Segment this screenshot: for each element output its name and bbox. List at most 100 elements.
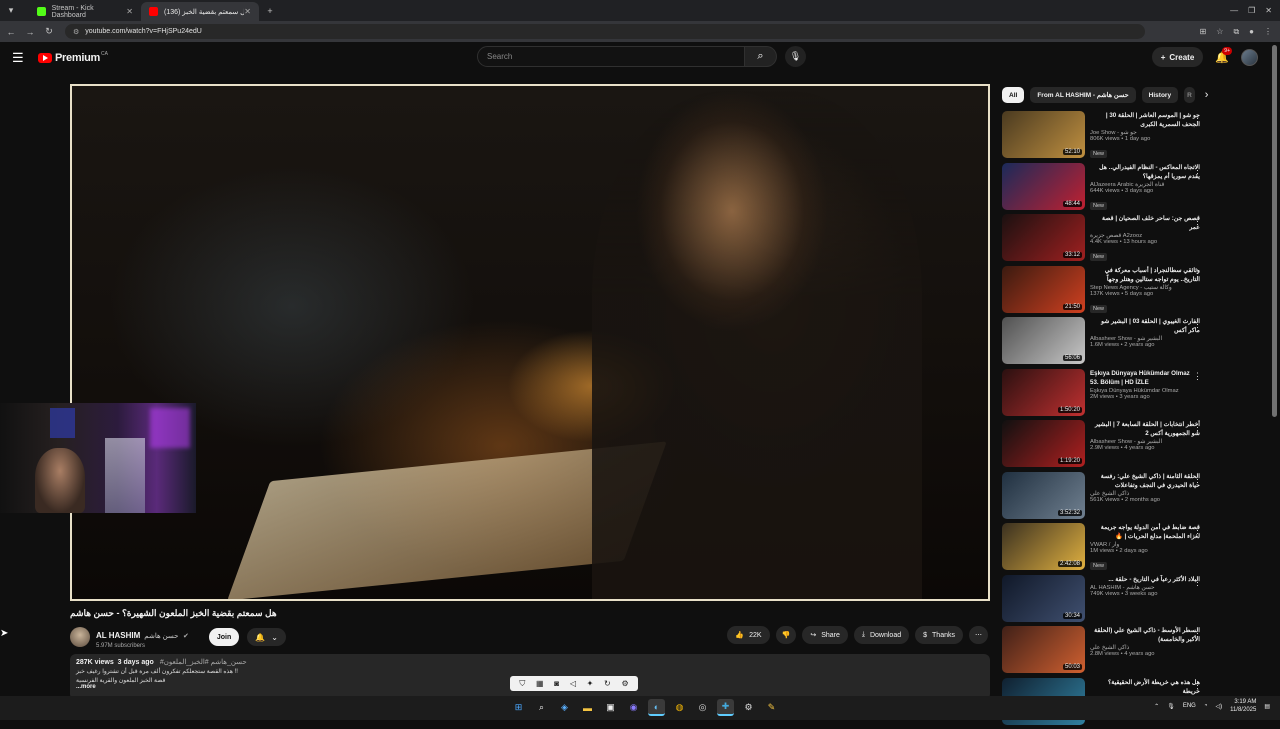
more-vertical-icon[interactable]: ⋮ bbox=[1193, 628, 1202, 639]
file-explorer-icon[interactable]: ▬ bbox=[579, 699, 596, 716]
channel-name[interactable]: AL HASHIM bbox=[96, 631, 140, 640]
recommendation-title[interactable]: الفارث الغيبوي | الحلقة 03 | البشير شو م… bbox=[1090, 317, 1200, 335]
more-vertical-icon[interactable]: ⋮ bbox=[1193, 371, 1202, 382]
new-tab-button[interactable]: + bbox=[262, 6, 278, 16]
more-vertical-icon[interactable]: ⋮ bbox=[1193, 113, 1202, 124]
search-button[interactable]: ⌕ bbox=[745, 46, 777, 67]
store-icon[interactable]: ▣ bbox=[602, 699, 619, 716]
tab-search-icon[interactable]: ▾ bbox=[3, 5, 19, 16]
language-indicator[interactable]: ENG bbox=[1183, 703, 1196, 709]
video-thumbnail[interactable]: 48:44 bbox=[1002, 163, 1085, 210]
page-scrollbar[interactable] bbox=[1272, 45, 1277, 417]
video-thumbnail[interactable]: 30:34 bbox=[1002, 575, 1085, 622]
recommendation-title[interactable]: السطر الأوسط - ذاكي الشيخ علي (الحلقة ال… bbox=[1090, 626, 1200, 644]
create-button[interactable]: +Create bbox=[1152, 47, 1204, 67]
download-button[interactable]: ⤓Download bbox=[854, 626, 909, 644]
recommendation-item[interactable]: 3:52:32 الحلقة الثامنة | ذاكي الشيخ علي: … bbox=[1002, 472, 1212, 524]
app-icon[interactable]: ✚ bbox=[717, 699, 734, 716]
tab-youtube[interactable]: (136) هل سمعتم بقضية الخبز ... ✕ bbox=[141, 2, 259, 21]
more-vertical-icon[interactable]: ⋮ bbox=[1193, 577, 1202, 588]
subscription-bell-button[interactable]: 🔔⌄ bbox=[247, 628, 286, 646]
more-vertical-icon[interactable]: ⋮ bbox=[1193, 422, 1202, 433]
share-button[interactable]: ↪Share bbox=[802, 626, 848, 644]
notification-center-icon[interactable]: ▤ bbox=[1264, 703, 1270, 710]
more-vertical-icon[interactable]: ⋮ bbox=[1193, 474, 1202, 485]
recommendation-title[interactable]: هل هذه هي خريطة الأرض الحقيقية؟ خريطة bbox=[1090, 678, 1200, 696]
notes-icon[interactable]: ✎ bbox=[763, 699, 780, 716]
audio-icon[interactable]: ◁ bbox=[570, 679, 576, 688]
taskbar-clock[interactable]: 3:19 AM 11/8/2025 bbox=[1230, 698, 1256, 714]
video-thumbnail[interactable]: 2:42:08 bbox=[1002, 523, 1085, 570]
discord-icon[interactable]: ◉ bbox=[625, 699, 642, 716]
more-vertical-icon[interactable]: ⋮ bbox=[1193, 216, 1202, 227]
site-info-icon[interactable]: ⚙ bbox=[73, 28, 79, 36]
chrome-icon[interactable]: ◍ bbox=[671, 699, 688, 716]
close-window-icon[interactable]: ✕ bbox=[1265, 6, 1272, 15]
recommendation-item[interactable]: 21:50 وثائقي سطالنجراد | أسباب معركة في ا… bbox=[1002, 266, 1212, 318]
tab-kick-dashboard[interactable]: Stream - Kick Dashboard ✕ bbox=[29, 2, 141, 21]
recommendation-item[interactable]: 2:42:08 قصة ضابط في أمن الدولة يواجه جريم… bbox=[1002, 523, 1212, 575]
channel-avatar[interactable] bbox=[70, 627, 90, 647]
youtube-premium-logo[interactable]: Premium CA bbox=[38, 52, 108, 64]
install-icon[interactable]: ⊞ bbox=[1200, 27, 1207, 37]
recommendation-title[interactable]: Eşkıya Dünyaya Hükümdar Olmaz 53. Bölüm … bbox=[1090, 369, 1200, 387]
thanks-button[interactable]: $Thanks bbox=[915, 626, 963, 644]
video-thumbnail[interactable]: 21:50 bbox=[1002, 266, 1085, 313]
account-avatar[interactable] bbox=[1241, 49, 1258, 66]
mic-icon[interactable]: 🎙 bbox=[1167, 703, 1175, 710]
copilot-icon[interactable]: ◈ bbox=[556, 699, 573, 716]
notifications-button[interactable]: 🔔9+ bbox=[1215, 51, 1229, 64]
video-thumbnail[interactable]: 56:06 bbox=[1002, 317, 1085, 364]
chip-history[interactable]: History bbox=[1142, 87, 1178, 103]
volume-icon[interactable]: ◁) bbox=[1215, 703, 1222, 710]
video-thumbnail[interactable]: 33:12 bbox=[1002, 214, 1085, 261]
more-vertical-icon[interactable]: ⋮ bbox=[1193, 319, 1202, 330]
video-thumbnail[interactable]: 1:50:20 bbox=[1002, 369, 1085, 416]
voice-search-button[interactable]: 🎙 bbox=[785, 46, 806, 67]
recommendation-title[interactable]: قصص جن: ساحر خلف الصحيان | قصة عمر bbox=[1090, 214, 1200, 232]
recommendation-title[interactable]: جو شو | الموسم العاشر | الحلقة 30 | الجح… bbox=[1090, 111, 1200, 129]
like-button[interactable]: 👍22K bbox=[727, 626, 769, 644]
more-vertical-icon[interactable]: ⋮ bbox=[1193, 525, 1202, 536]
recommendation-item[interactable]: 1:50:20 Eşkıya Dünyaya Hükümdar Olmaz 53.… bbox=[1002, 369, 1212, 421]
settings-icon[interactable]: ⚙ bbox=[621, 679, 628, 688]
video-thumbnail[interactable]: 52:10 bbox=[1002, 111, 1085, 158]
recommendation-item[interactable]: 52:10 جو شو | الموسم العاشر | الحلقة 30 |… bbox=[1002, 111, 1212, 163]
close-tab-icon[interactable]: ✕ bbox=[126, 7, 133, 16]
hashtags[interactable]: #حسن_هاشم #الخبز_الملعون bbox=[160, 659, 247, 666]
recommendation-title[interactable]: الاتجاه المعاكس - النظام الفيدرالي.. هل … bbox=[1090, 163, 1200, 181]
extensions-icon[interactable]: ⧉ bbox=[1233, 27, 1239, 37]
recommendation-item[interactable]: 56:06 الفارث الغيبوي | الحلقة 03 | البشير… bbox=[1002, 317, 1212, 369]
clapper-icon[interactable]: ▦ bbox=[536, 679, 544, 688]
back-icon[interactable]: ← bbox=[3, 27, 19, 37]
more-vertical-icon[interactable]: ⋮ bbox=[1193, 165, 1202, 176]
recommendation-item[interactable]: 1:19:20أخطر انتخابات | الحلقة السابعة 7 … bbox=[1002, 420, 1212, 472]
forward-icon[interactable]: → bbox=[22, 27, 38, 37]
chip-from-channel[interactable]: From AL HASHIM - حسن هاشم bbox=[1030, 87, 1135, 103]
search-input[interactable] bbox=[477, 46, 745, 67]
channel-alt-name[interactable]: حسن هاشم bbox=[144, 633, 178, 640]
search-icon[interactable]: ⌕ bbox=[533, 699, 550, 716]
maximize-icon[interactable]: ❐ bbox=[1248, 6, 1255, 15]
recommendation-item[interactable]: 48:44 الاتجاه المعاكس - النظام الفيدرالي.… bbox=[1002, 163, 1212, 215]
recommendation-item[interactable]: 33:12قصص جن: ساحر خلف الصحيان | قصة عمرق… bbox=[1002, 214, 1212, 266]
join-button[interactable]: Join bbox=[209, 628, 239, 646]
recommendation-title[interactable]: قصة ضابط في أمن الدولة يواجه جريمة لغزاء… bbox=[1090, 523, 1200, 541]
more-vertical-icon[interactable]: ⋮ bbox=[1193, 268, 1202, 279]
video-thumbnail[interactable]: 3:52:32 bbox=[1002, 472, 1085, 519]
address-bar[interactable]: ⚙ youtube.com/watch?v=FHjSPu24edU bbox=[65, 24, 1145, 39]
video-player[interactable] bbox=[70, 84, 990, 601]
pin-icon[interactable]: ✦ bbox=[587, 679, 594, 688]
close-tab-icon[interactable]: ✕ bbox=[244, 7, 251, 16]
recommendation-title[interactable]: وثائقي سطالنجراد | أسباب معركة في التاري… bbox=[1090, 266, 1200, 284]
bookmark-star-icon[interactable]: ☆ bbox=[1216, 27, 1223, 37]
recommendation-title[interactable]: البلاد الأكثر رعباً في التاريخ - حلقة ..… bbox=[1090, 575, 1200, 584]
menu-icon[interactable]: ⋮ bbox=[1264, 27, 1272, 37]
obs-icon[interactable]: ◎ bbox=[694, 699, 711, 716]
recommendation-item[interactable]: 30:34 البلاد الأكثر رعباً في التاريخ - حل… bbox=[1002, 575, 1212, 627]
recommendation-title[interactable]: الحلقة الثامنة | ذاكي الشيخ علي: رفسة حي… bbox=[1090, 472, 1200, 490]
steam-icon[interactable]: ◐ bbox=[648, 699, 665, 716]
chevron-right-icon[interactable]: › bbox=[1205, 89, 1209, 101]
chip-related[interactable]: R bbox=[1184, 87, 1195, 103]
shield-icon[interactable]: ⛉ bbox=[519, 679, 525, 689]
